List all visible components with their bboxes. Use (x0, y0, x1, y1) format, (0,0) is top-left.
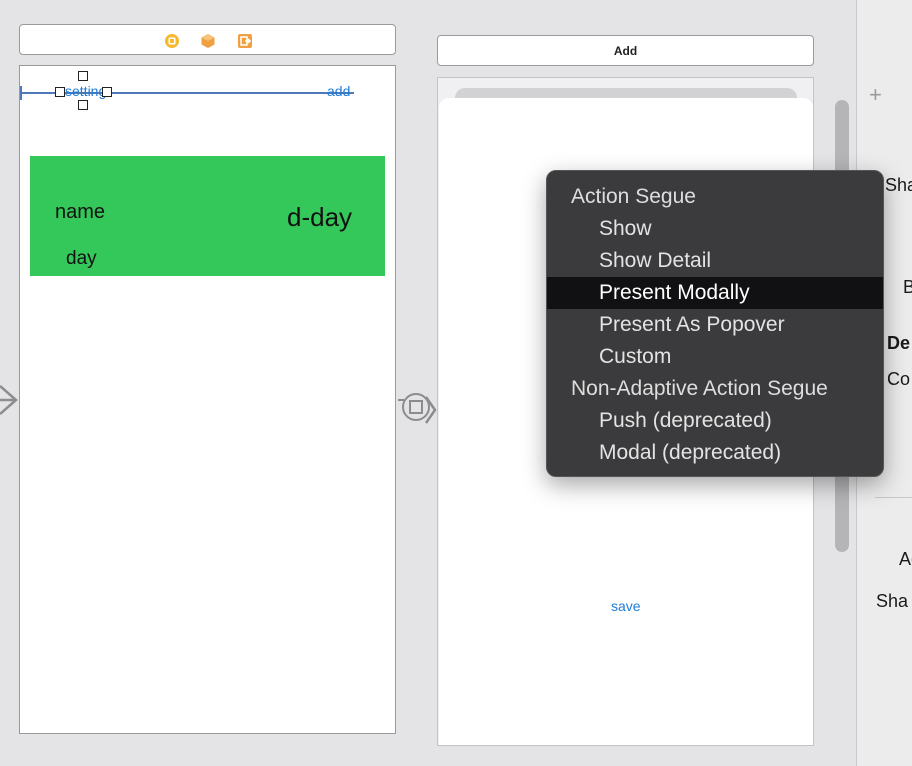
add-icon[interactable]: + (869, 82, 882, 108)
segue-type-menu: Action Segue Show Show Detail Present Mo… (546, 170, 884, 477)
inspector-label: Co (887, 369, 911, 389)
dday-cell[interactable]: name day d-day (30, 156, 385, 276)
scene1-view-controller[interactable]: setting add name day d-day (19, 65, 396, 734)
scene1-dock (19, 24, 396, 55)
first-responder-icon[interactable] (200, 33, 216, 49)
scene2-add-button[interactable]: Add (437, 35, 814, 66)
add-nav-button[interactable]: add (327, 83, 350, 99)
resize-handle-bottom[interactable] (78, 100, 88, 110)
resize-handle-right[interactable] (102, 87, 112, 97)
dday-label: d-day (287, 202, 353, 232)
inspector-section-title: De (887, 333, 911, 353)
view-controller-icon[interactable] (164, 33, 180, 49)
inspector-label: Sha (885, 175, 912, 195)
menu-item-custom[interactable]: Custom (547, 341, 883, 373)
menu-item-show-detail[interactable]: Show Detail (547, 245, 883, 277)
menu-item-show[interactable]: Show (547, 213, 883, 245)
inspector-label: B (903, 277, 912, 297)
day-label: day (66, 248, 97, 269)
inspector-divider (875, 497, 912, 498)
inspector-label: Ac (899, 549, 912, 569)
menu-item-push-deprecated[interactable]: Push (deprecated) (547, 405, 883, 437)
menu-section-action-segue: Action Segue (571, 185, 696, 208)
resize-handle-left[interactable] (55, 87, 65, 97)
menu-item-present-as-popover[interactable]: Present As Popover (547, 309, 883, 341)
segue-connector-icon[interactable] (398, 390, 438, 430)
menu-item-present-modally[interactable]: Present Modally (547, 277, 883, 309)
add-button-label: Add (613, 44, 638, 58)
resize-handle-top[interactable] (78, 71, 88, 81)
menu-section-non-adaptive: Non-Adaptive Action Segue (571, 377, 828, 400)
inspector-label: Sha (876, 591, 909, 611)
name-label: name (55, 201, 106, 223)
menu-item-modal-deprecated[interactable]: Modal (deprecated) (547, 437, 883, 469)
save-button[interactable]: save (611, 598, 641, 614)
exit-icon[interactable] (237, 33, 253, 49)
entry-arrow-icon (0, 385, 18, 415)
setting-button[interactable]: setting (65, 83, 106, 99)
